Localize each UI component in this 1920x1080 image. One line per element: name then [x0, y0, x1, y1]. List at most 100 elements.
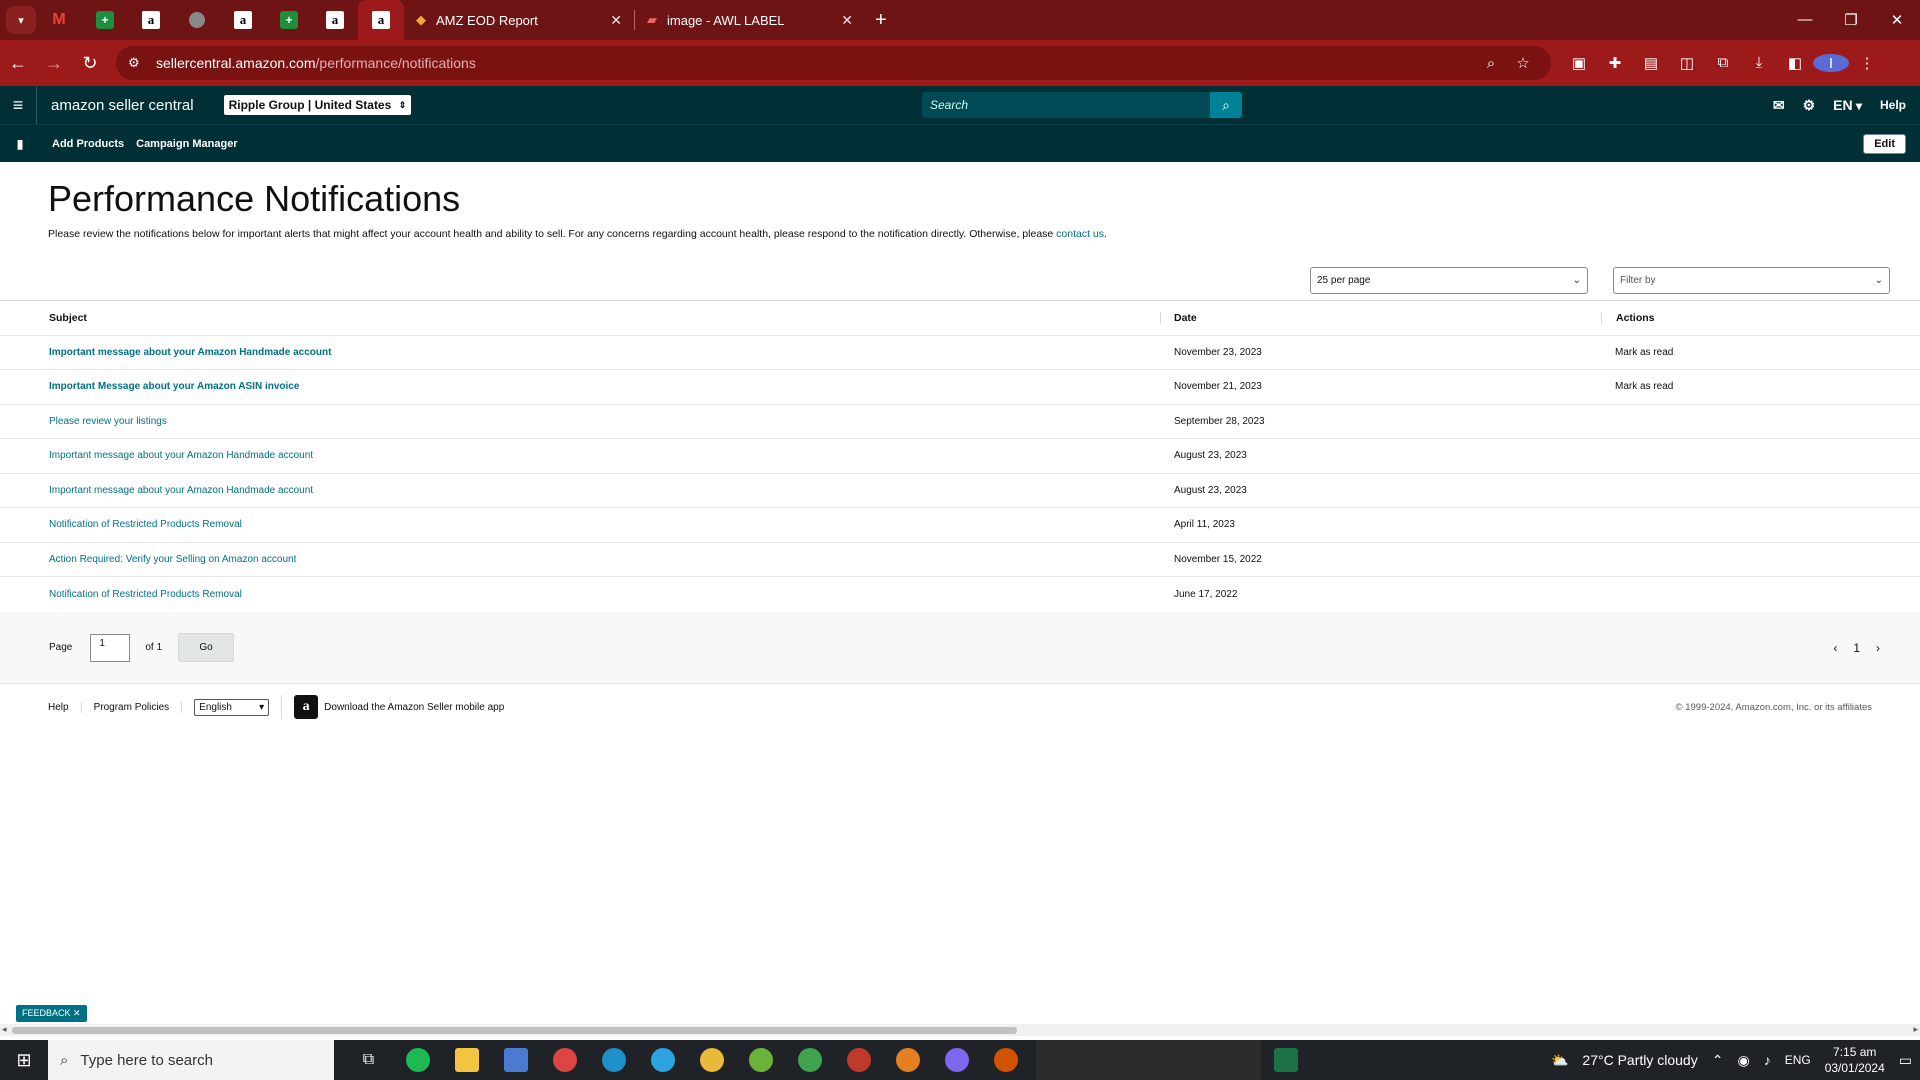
- task-view-icon[interactable]: ⧉: [344, 1040, 393, 1080]
- download-icon[interactable]: ⤓: [1741, 54, 1777, 72]
- file-explorer-icon[interactable]: [442, 1040, 491, 1080]
- close-window-icon[interactable]: ✕: [1874, 11, 1920, 29]
- zoom-icon[interactable]: ⌕: [1475, 55, 1507, 72]
- extension-puzzle-blue-icon[interactable]: ✚: [1597, 54, 1633, 72]
- nav-campaign-manager[interactable]: Campaign Manager: [136, 138, 237, 150]
- chrome-profile-icon[interactable]: [981, 1040, 1030, 1080]
- pinned-tab-amazon-active[interactable]: a: [358, 0, 404, 40]
- edit-button[interactable]: Edit: [1863, 133, 1906, 154]
- notifications-icon[interactable]: ▭: [1899, 1052, 1912, 1069]
- pinned-tab-amazon[interactable]: a: [312, 0, 358, 40]
- notification-subject-link[interactable]: Please review your listings: [0, 416, 1160, 427]
- close-icon[interactable]: ✕: [73, 1008, 81, 1018]
- contact-us-link[interactable]: contact us: [1056, 228, 1104, 240]
- bookmark-star-icon[interactable]: ☆: [1507, 54, 1539, 72]
- restore-icon[interactable]: ❐: [1828, 11, 1874, 29]
- profile-avatar[interactable]: I: [1813, 54, 1849, 72]
- current-page-number[interactable]: 1: [1853, 641, 1860, 655]
- page-number-input[interactable]: 1: [90, 633, 131, 662]
- language-selector[interactable]: EN ▾: [1833, 97, 1862, 113]
- column-header-date[interactable]: Date: [1160, 311, 1601, 324]
- notification-subject-link[interactable]: Notification of Restricted Products Remo…: [0, 589, 1160, 600]
- horizontal-scrollbar[interactable]: ◂ ▸: [0, 1024, 1920, 1036]
- chrome-profile-icon[interactable]: [932, 1040, 981, 1080]
- input-language[interactable]: ENG: [1785, 1053, 1811, 1067]
- notification-subject-link[interactable]: Important message about your Amazon Hand…: [0, 347, 1160, 358]
- mark-as-read-link[interactable]: Mark as read: [1601, 381, 1920, 392]
- hamburger-menu-icon[interactable]: ≡: [0, 95, 36, 116]
- back-arrow-icon[interactable]: ←: [0, 53, 36, 74]
- nav-add-products[interactable]: Add Products: [52, 138, 124, 150]
- download-app-link[interactable]: a Download the Amazon Seller mobile app: [281, 695, 504, 719]
- microphone-icon[interactable]: ♪: [1764, 1052, 1771, 1068]
- amazon-seller-central-logo[interactable]: amazon seller central: [36, 86, 208, 124]
- tab-search-button[interactable]: ▾: [6, 6, 36, 34]
- notification-subject-link[interactable]: Action Required: Verify your Selling on …: [0, 554, 1160, 565]
- pinned-tab-blank[interactable]: [174, 0, 220, 40]
- notification-subject-link[interactable]: Important message about your Amazon Hand…: [0, 485, 1160, 496]
- column-header-subject[interactable]: Subject: [0, 312, 1160, 324]
- scrollbar-thumb[interactable]: [12, 1027, 1017, 1034]
- reload-icon[interactable]: ↻: [72, 53, 108, 74]
- notification-subject-link[interactable]: Important message about your Amazon Hand…: [0, 450, 1160, 461]
- bookmark-icon[interactable]: ▮: [0, 137, 40, 151]
- windows-start-icon[interactable]: ⊞: [0, 1050, 48, 1071]
- chrome-profile-icon[interactable]: [834, 1040, 883, 1080]
- help-link[interactable]: Help: [1880, 98, 1906, 112]
- new-tab-button[interactable]: +: [875, 9, 887, 32]
- pinned-tab-amazon[interactable]: a: [220, 0, 266, 40]
- chrome-profile-icon[interactable]: [785, 1040, 834, 1080]
- taskbar-search-input[interactable]: ⌕ Type here to search: [48, 1040, 334, 1080]
- close-icon[interactable]: ✕: [610, 12, 622, 29]
- chevron-right-icon[interactable]: ›: [1876, 641, 1880, 655]
- address-bar[interactable]: ⚙ sellercentral.amazon.com/performance/n…: [116, 46, 1551, 80]
- weather-icon[interactable]: ⛅: [1551, 1052, 1568, 1069]
- weather-text[interactable]: 27°C Partly cloudy: [1582, 1052, 1697, 1068]
- edge-icon[interactable]: [589, 1040, 638, 1080]
- feedback-button[interactable]: FEEDBACK ✕: [16, 1005, 87, 1022]
- snipping-tool-icon[interactable]: [540, 1040, 589, 1080]
- utorrent-icon[interactable]: [736, 1040, 785, 1080]
- footer-program-policies-link[interactable]: Program Policies: [82, 701, 183, 713]
- spotify-icon[interactable]: [393, 1040, 442, 1080]
- mail-icon[interactable]: ✉: [1773, 97, 1785, 114]
- per-page-select[interactable]: 25 per page ⌄: [1310, 267, 1588, 294]
- notification-subject-link[interactable]: Notification of Restricted Products Remo…: [0, 519, 1160, 530]
- search-button[interactable]: ⌕: [1210, 92, 1242, 118]
- notification-subject-link[interactable]: Important Message about your Amazon ASIN…: [0, 381, 1160, 392]
- search-input[interactable]: Search: [922, 92, 1210, 118]
- settings-gear-icon[interactable]: ⚙: [1803, 97, 1816, 114]
- account-switcher[interactable]: Ripple Group | United States ⇕: [223, 95, 412, 115]
- clock[interactable]: 7:15 am 03/01/2024: [1825, 1044, 1885, 1076]
- chevron-left-icon[interactable]: ‹: [1833, 641, 1837, 655]
- pinned-tab-gmail[interactable]: M: [36, 0, 82, 40]
- tab-amz-eod-report[interactable]: ◆ AMZ EOD Report ✕: [404, 0, 634, 40]
- minimize-icon[interactable]: —: [1782, 11, 1828, 29]
- footer-help-link[interactable]: Help: [36, 701, 82, 713]
- camera-icon[interactable]: ◉: [1737, 1052, 1749, 1069]
- calculator-icon[interactable]: [491, 1040, 540, 1080]
- forward-arrow-icon[interactable]: →: [36, 53, 72, 74]
- window-preview-thumbnail[interactable]: [1036, 1040, 1261, 1080]
- chevron-up-icon[interactable]: ⌃: [1712, 1052, 1724, 1069]
- url-text[interactable]: sellercentral.amazon.com/performance/not…: [156, 55, 1475, 71]
- telegram-icon[interactable]: [638, 1040, 687, 1080]
- tab-awl-label[interactable]: ▰ image - AWL LABEL ✕: [635, 0, 865, 40]
- browser-menu-icon[interactable]: ⋮: [1849, 54, 1885, 72]
- scroll-right-icon[interactable]: ▸: [1913, 1024, 1918, 1035]
- go-button[interactable]: Go: [178, 633, 235, 662]
- filter-by-select[interactable]: Filter by ⌄: [1613, 267, 1890, 294]
- extension-screenshot-icon[interactable]: ◫: [1669, 54, 1705, 72]
- site-info-icon[interactable]: ⚙: [128, 55, 156, 71]
- close-icon[interactable]: ✕: [841, 12, 853, 29]
- footer-language-select[interactable]: English ▾: [194, 698, 270, 716]
- pinned-tab-amazon[interactable]: a: [128, 0, 174, 40]
- mark-as-read-link[interactable]: Mark as read: [1601, 347, 1920, 358]
- side-panel-icon[interactable]: ◧: [1777, 54, 1813, 72]
- scroll-left-icon[interactable]: ◂: [2, 1024, 7, 1035]
- chrome-icon[interactable]: [687, 1040, 736, 1080]
- extensions-icon[interactable]: ⧉: [1705, 54, 1741, 72]
- extension-image-icon[interactable]: ▤: [1633, 54, 1669, 72]
- extension-off-icon[interactable]: ▣: [1561, 54, 1597, 72]
- pinned-tab-sheets[interactable]: +: [266, 0, 312, 40]
